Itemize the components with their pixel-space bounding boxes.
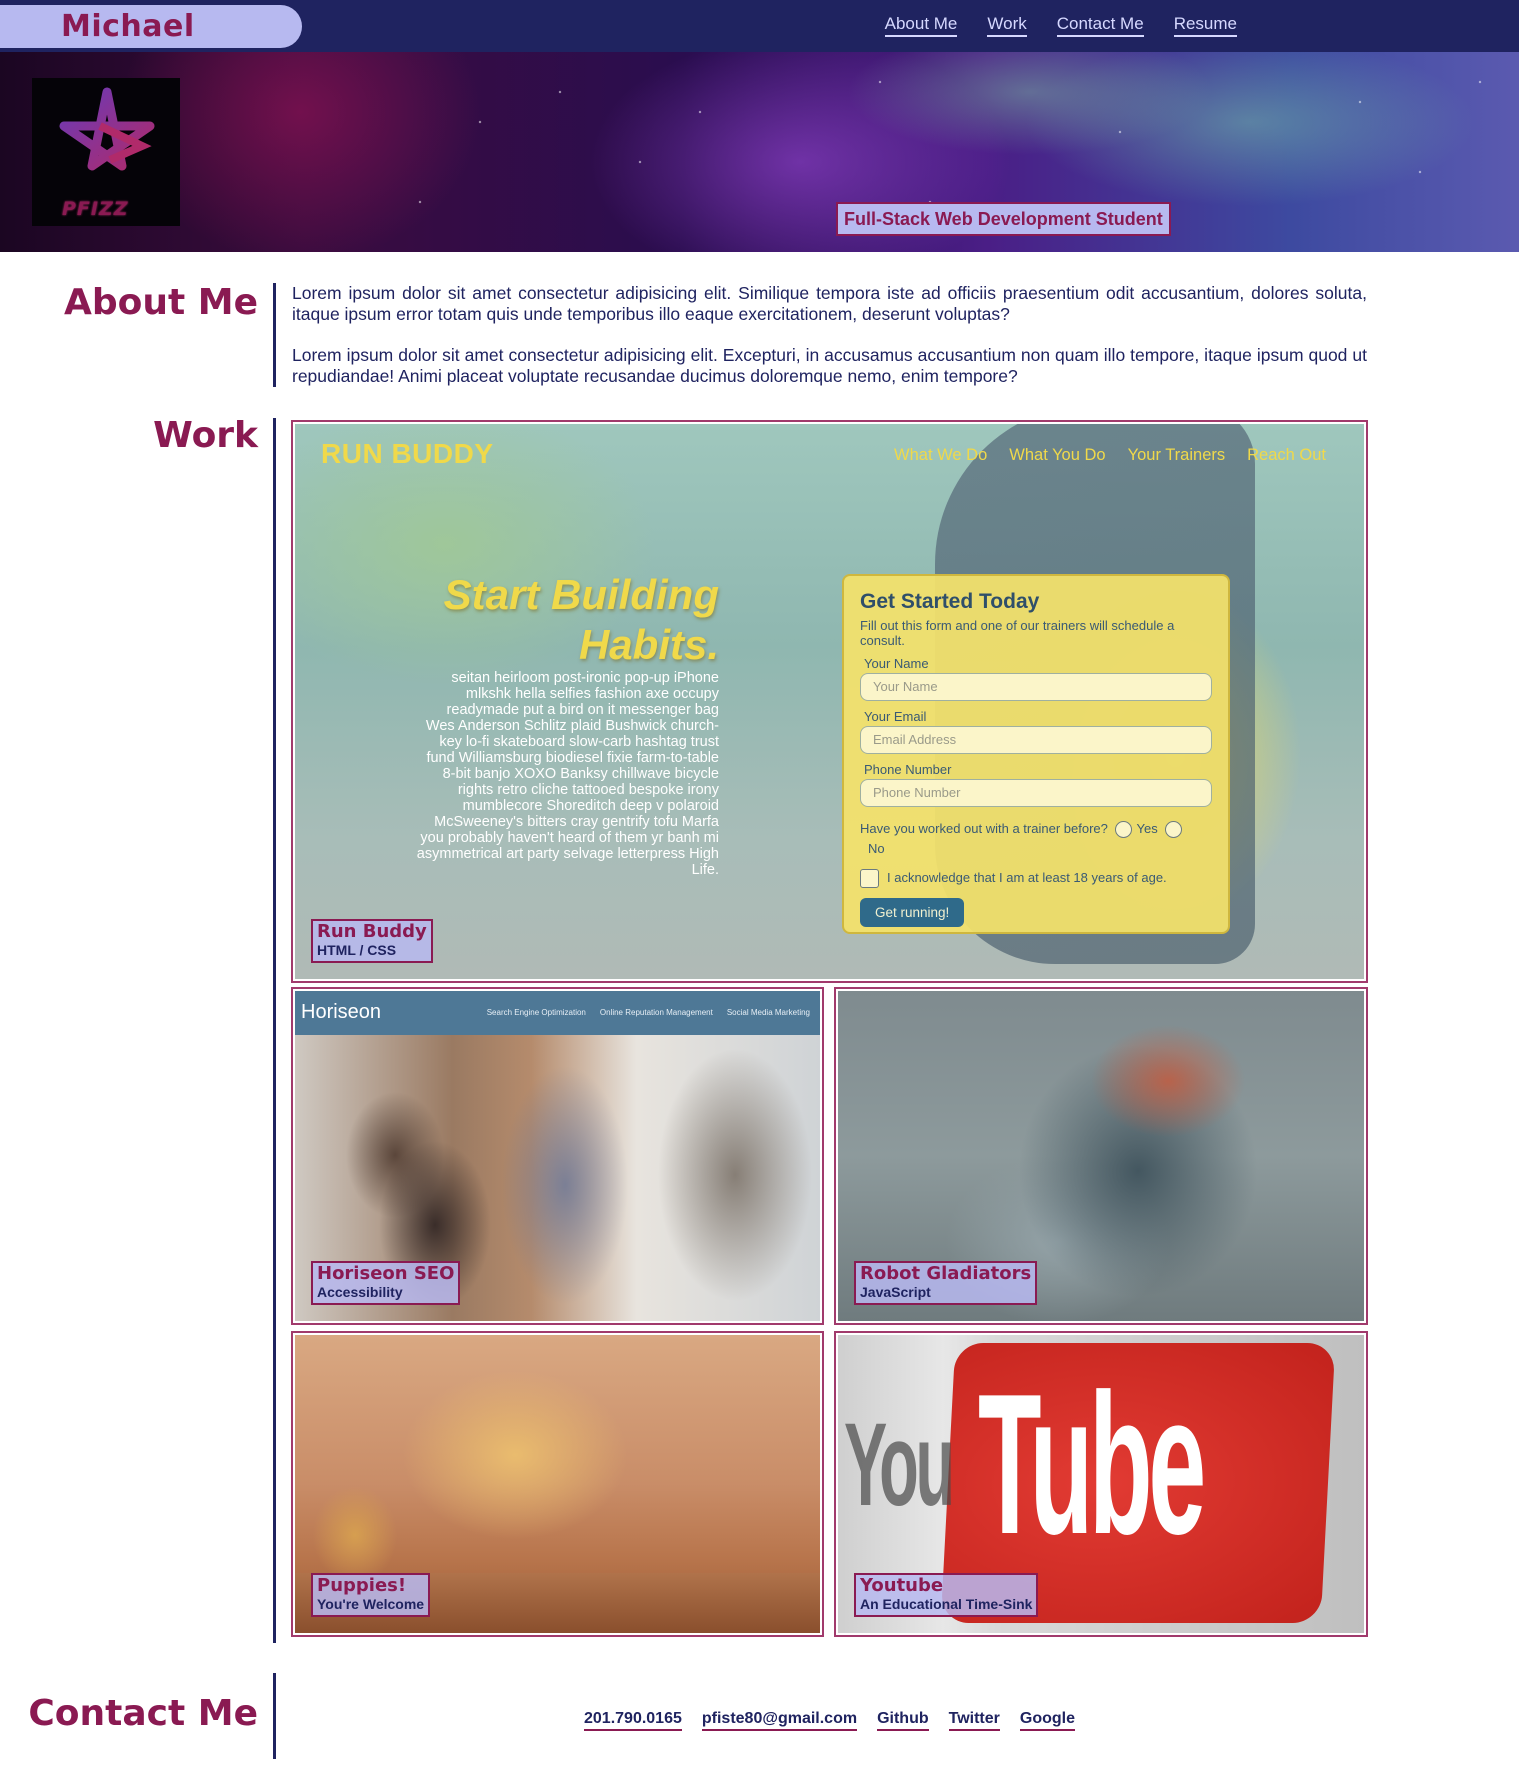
radio-yes-label: Yes bbox=[1136, 821, 1158, 836]
horiseon-nav-item: Online Reputation Management bbox=[599, 1008, 713, 1017]
contact-me-heading: Contact Me bbox=[28, 1693, 258, 1734]
site-logo: PFIZZ bbox=[32, 78, 180, 226]
email-field: Email Address bbox=[860, 726, 1212, 754]
phone-label: Phone Number bbox=[864, 762, 952, 777]
hero-banner: PFIZZ Full-Stack Web Development Student bbox=[0, 52, 1519, 252]
project-subtitle: HTML / CSS bbox=[317, 942, 397, 958]
run-buddy-nav-item: What You Do bbox=[1009, 446, 1106, 464]
heading-line-1: Start Building bbox=[443, 571, 719, 618]
project-title: Horiseon SEO bbox=[317, 1263, 455, 1284]
contact-google-link[interactable]: Google bbox=[1019, 1709, 1075, 1731]
nav-link-resume[interactable]: Resume bbox=[1173, 14, 1237, 37]
nav-link-contact-me[interactable]: Contact Me bbox=[1056, 14, 1144, 37]
contact-email-link[interactable]: pfiste80@gmail.com bbox=[701, 1709, 858, 1731]
project-card-youtube[interactable]: You Tube Youtube An Educational Time-Sin… bbox=[834, 1331, 1368, 1637]
get-running-button: Get running! bbox=[860, 898, 965, 927]
project-label: Puppies! You're Welcome bbox=[311, 1573, 431, 1617]
project-title: Puppies! bbox=[317, 1575, 407, 1596]
main-nav: About Me Work Contact Me Resume bbox=[884, 14, 1237, 37]
run-buddy-nav-item: Your Trainers bbox=[1127, 446, 1226, 464]
age-checkbox-label: I acknowledge that I am at least 18 year… bbox=[887, 869, 1167, 885]
email-label: Your Email bbox=[864, 709, 927, 724]
horiseon-nav-item: Search Engine Optimization bbox=[486, 1008, 586, 1017]
name-field: Your Name bbox=[860, 673, 1212, 701]
contact-twitter-link[interactable]: Twitter bbox=[948, 1709, 1000, 1731]
about-paragraph-2: Lorem ipsum dolor sit amet consectetur a… bbox=[292, 345, 1367, 386]
radio-no-circle bbox=[1165, 821, 1183, 839]
youtube-logo-tube: Tube bbox=[978, 1353, 1206, 1576]
project-label: Robot Gladiators JavaScript bbox=[854, 1261, 1038, 1305]
project-label: Horiseon SEO Accessibility bbox=[311, 1261, 461, 1305]
project-card-horiseon-seo[interactable]: Horiseon Search Engine Optimization Onli… bbox=[291, 987, 824, 1325]
project-card-run-buddy[interactable]: RUN BUDDY What We Do What You Do Your Tr… bbox=[291, 420, 1368, 983]
run-buddy-logo: RUN BUDDY bbox=[321, 438, 494, 469]
run-buddy-nav-item: Reach Out bbox=[1247, 446, 1326, 464]
about-me-text: Lorem ipsum dolor sit amet consectetur a… bbox=[292, 283, 1367, 387]
horiseon-nav-item: Social Media Marketing bbox=[726, 1008, 810, 1017]
starfield-background bbox=[0, 52, 1519, 252]
radio-yes-circle bbox=[1115, 821, 1133, 839]
project-label: Youtube An Educational Time-Sink bbox=[854, 1573, 1039, 1617]
run-buddy-hero-heading: Start Building Habits. bbox=[435, 570, 719, 670]
name-label: Your Name bbox=[864, 656, 929, 671]
contact-divider bbox=[273, 1673, 276, 1759]
phone-field: Phone Number bbox=[860, 779, 1212, 807]
about-me-heading: About Me bbox=[64, 282, 258, 323]
project-title: Youtube bbox=[860, 1575, 944, 1596]
youtube-logo-you: You bbox=[844, 1399, 955, 1531]
project-subtitle: An Educational Time-Sink bbox=[860, 1596, 1033, 1612]
form-hint: Fill out this form and one of our traine… bbox=[860, 618, 1175, 648]
project-title: Run Buddy bbox=[317, 921, 427, 942]
project-title: Robot Gladiators bbox=[860, 1263, 1032, 1284]
work-heading: Work bbox=[153, 415, 258, 456]
about-divider bbox=[273, 283, 276, 387]
project-card-robot-gladiators[interactable]: Robot Gladiators JavaScript bbox=[834, 987, 1368, 1325]
about-paragraph-1: Lorem ipsum dolor sit amet consectetur a… bbox=[292, 283, 1367, 324]
top-navbar: Michael Pfister About Me Work Contact Me… bbox=[0, 0, 1519, 87]
work-divider bbox=[273, 418, 276, 1643]
contact-github-link[interactable]: Github bbox=[877, 1709, 929, 1731]
form-title: Get Started Today bbox=[860, 590, 1040, 613]
trainer-radio-group: Have you worked out with a trainer befor… bbox=[860, 819, 1212, 859]
logo-text: PFIZZ bbox=[62, 198, 129, 220]
radio-question: Have you worked out with a trainer befor… bbox=[860, 821, 1108, 836]
project-subtitle: JavaScript bbox=[860, 1284, 931, 1300]
project-subtitle: Accessibility bbox=[317, 1284, 403, 1300]
horiseon-logo: Horiseon bbox=[301, 1001, 382, 1023]
hero-tagline: Full-Stack Web Development Student bbox=[836, 202, 1171, 236]
nav-link-work[interactable]: Work bbox=[987, 14, 1027, 37]
site-brand-name[interactable]: Michael Pfister bbox=[0, 5, 302, 87]
heading-line-2: Habits. bbox=[578, 621, 719, 668]
run-buddy-hero-paragraph: seitan heirloom post-ironic pop-up iPhon… bbox=[416, 670, 719, 878]
project-label: Run Buddy HTML / CSS bbox=[311, 919, 433, 963]
radio-no-label: No bbox=[868, 841, 885, 856]
run-buddy-signup-form: Get Started Today Fill out this form and… bbox=[842, 574, 1230, 934]
run-buddy-preview: RUN BUDDY What We Do What You Do Your Tr… bbox=[295, 424, 1364, 979]
nav-link-about-me[interactable]: About Me bbox=[884, 14, 958, 37]
run-buddy-nav-item: What We Do bbox=[894, 446, 988, 464]
age-checkbox-row: I acknowledge that I am at least 18 year… bbox=[860, 869, 1212, 888]
star-logo-icon bbox=[59, 87, 155, 171]
contact-phone-link[interactable]: 201.790.0165 bbox=[584, 1709, 682, 1731]
age-checkbox bbox=[860, 869, 879, 888]
project-subtitle: You're Welcome bbox=[317, 1596, 425, 1612]
horiseon-nav: Search Engine Optimization Online Reputa… bbox=[487, 1008, 810, 1017]
contact-links: 201.790.0165 pfiste80@gmail.com Github T… bbox=[292, 1709, 1367, 1731]
run-buddy-nav: What We Do What You Do Your Trainers Rea… bbox=[894, 446, 1326, 465]
project-card-puppies[interactable]: Puppies! You're Welcome bbox=[291, 1331, 824, 1637]
horiseon-header: Horiseon Search Engine Optimization Onli… bbox=[295, 991, 820, 1035]
